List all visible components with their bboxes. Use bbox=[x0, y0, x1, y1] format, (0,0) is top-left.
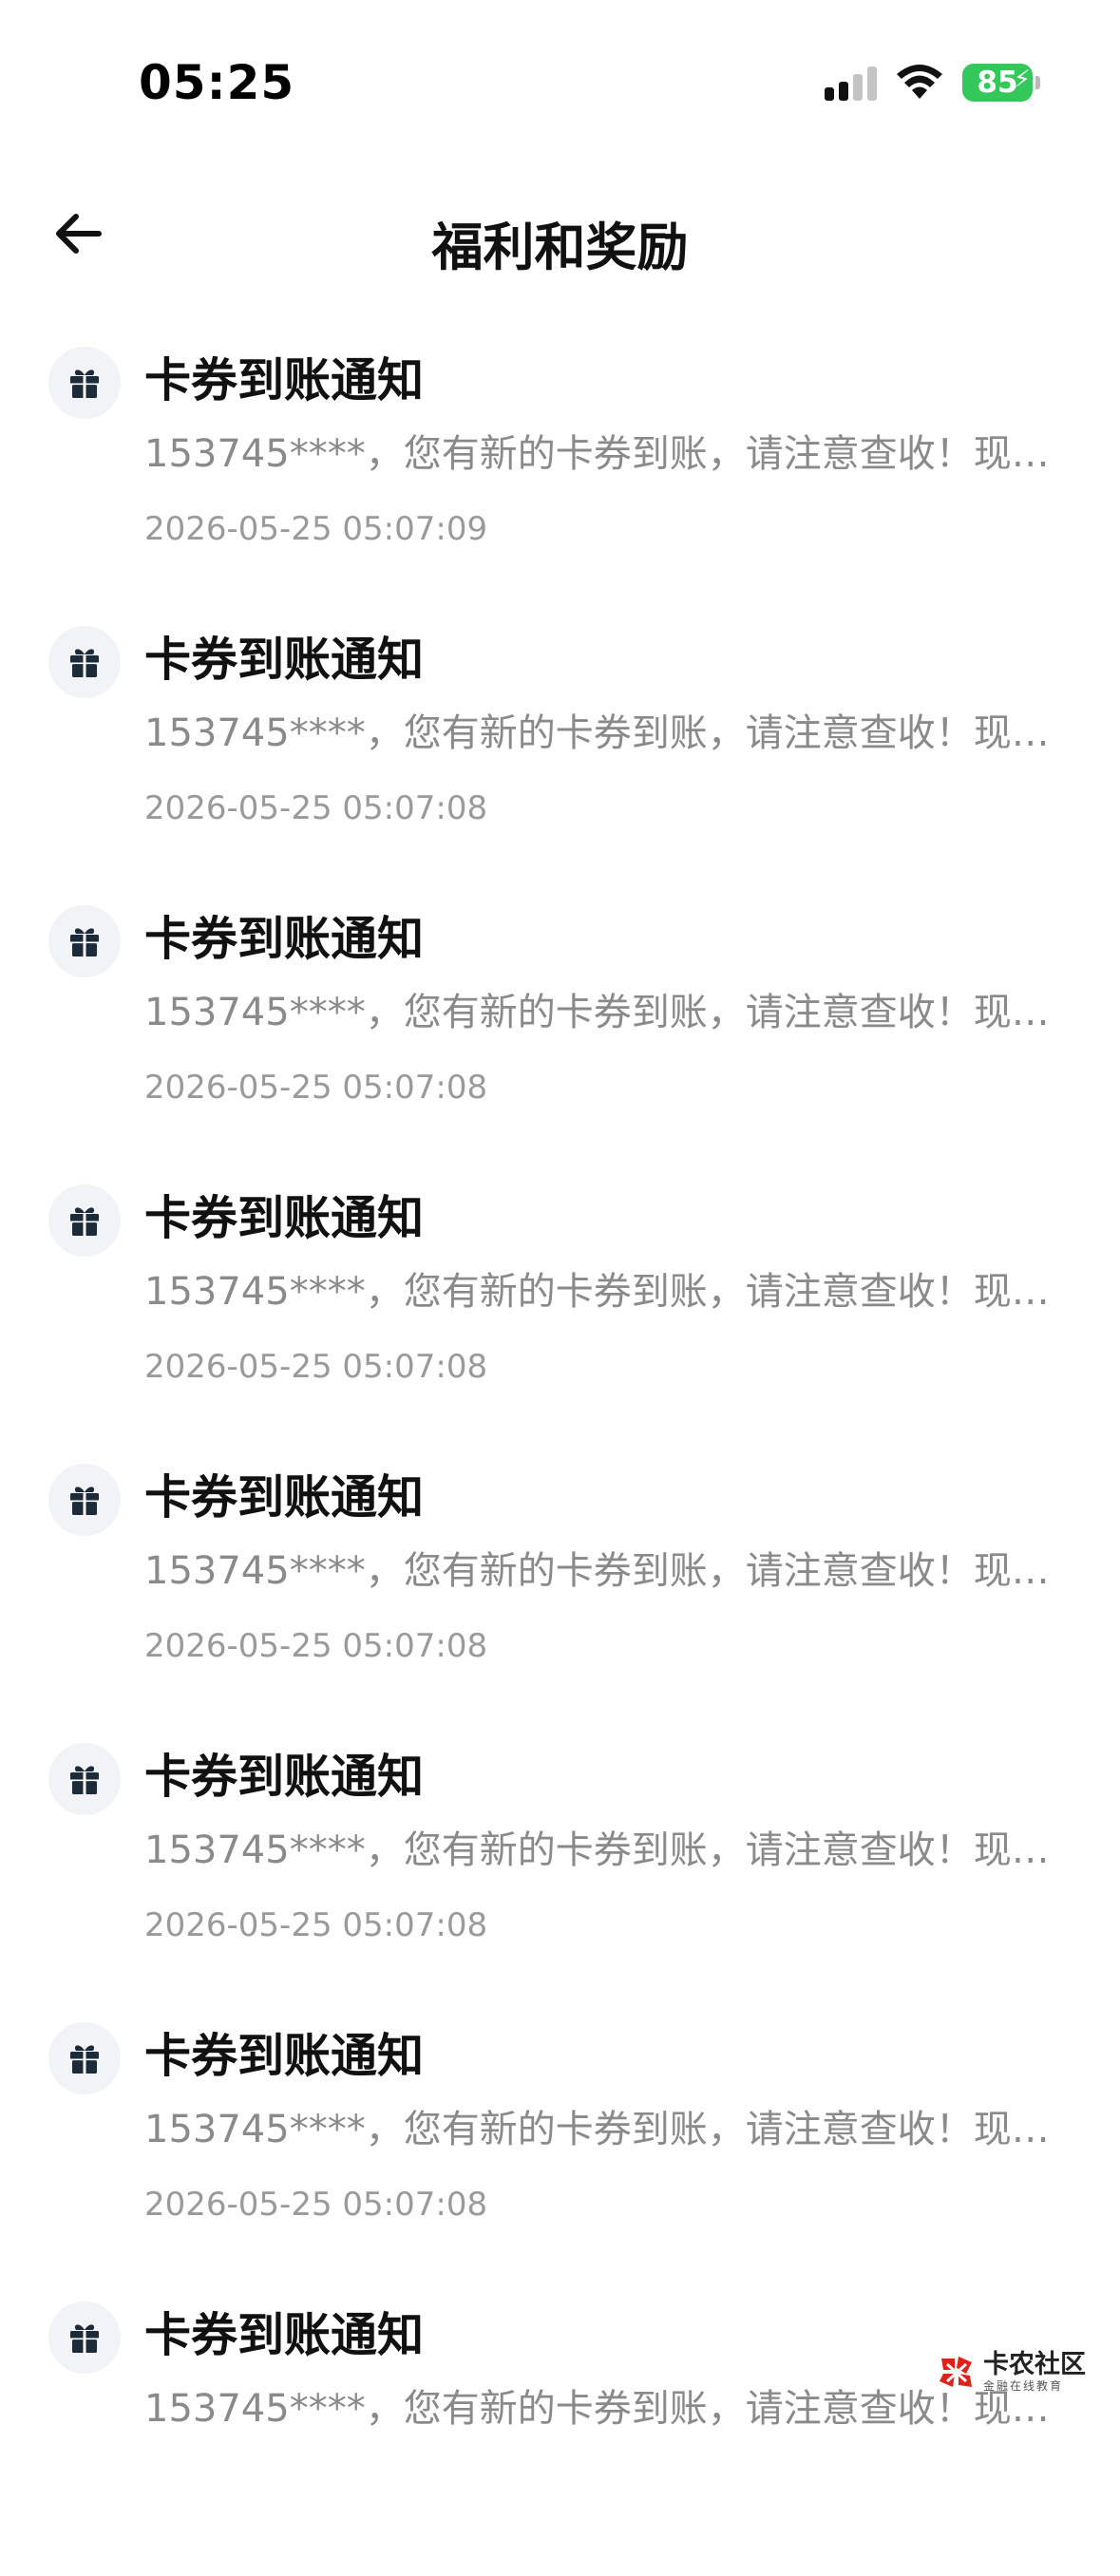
notification-list: 卡券到账通知 153745****，您有新的卡券到账，请注意查收！现金券 202… bbox=[0, 342, 1120, 2576]
notification-title: 卡券到账通知 bbox=[144, 621, 424, 699]
notification-title: 卡券到账通知 bbox=[144, 1738, 424, 1816]
notification-title: 卡券到账通知 bbox=[144, 1459, 424, 1537]
notification-time: 2026-05-25 05:07:09 bbox=[144, 505, 487, 553]
notification-time: 2026-05-25 05:07:08 bbox=[144, 1622, 487, 1670]
notification-item[interactable]: 卡券到账通知 153745****，您有新的卡券到账，请注意查收！现金券 202… bbox=[0, 1180, 1120, 1459]
kanong-logo-icon bbox=[938, 2353, 976, 2391]
notification-icon bbox=[48, 1464, 121, 1536]
watermark-title: 卡农社区 bbox=[983, 2352, 1086, 2377]
notification-body: 153745****，您有新的卡券到账，请注意查收！现金券 bbox=[144, 1543, 1058, 1600]
status-bar: 05:25 85 ⚡ bbox=[0, 0, 1120, 142]
notification-title: 卡券到账通知 bbox=[144, 900, 424, 978]
notification-icon bbox=[48, 347, 121, 419]
notification-title: 卡券到账通知 bbox=[144, 342, 424, 420]
notification-icon bbox=[48, 2301, 121, 2374]
notification-item[interactable]: 卡券到账通知 153745****，您有新的卡券到账，请注意查收！现金券 202… bbox=[0, 1738, 1120, 2017]
notification-body: 153745****，您有新的卡券到账，请注意查收！现金券 bbox=[144, 1822, 1058, 1879]
page-title: 福利和奖励 bbox=[0, 205, 1120, 280]
notification-item[interactable]: 卡券到账通知 153745****，您有新的卡券到账，请注意查收！现金券 202… bbox=[0, 900, 1120, 1180]
gift-icon bbox=[68, 1763, 101, 1795]
battery-level: 85 bbox=[977, 66, 1017, 100]
notification-icon bbox=[48, 2022, 121, 2094]
notification-time: 2026-05-25 05:07:08 bbox=[144, 1343, 487, 1391]
notification-body: 153745****，您有新的卡券到账，请注意查收！现金券 bbox=[144, 1263, 1058, 1320]
notification-body: 153745****，您有新的卡券到账，请注意查收！现金券 bbox=[144, 2380, 1058, 2437]
battery-indicator: 85 ⚡ bbox=[962, 64, 1033, 102]
notification-time: 2026-05-25 05:07:08 bbox=[144, 1902, 487, 1949]
wifi-icon bbox=[896, 65, 943, 101]
notification-body: 153745****，您有新的卡券到账，请注意查收！现金券 bbox=[144, 984, 1058, 1041]
notification-icon bbox=[48, 1743, 121, 1815]
gift-icon bbox=[68, 1204, 101, 1237]
notification-icon bbox=[48, 626, 121, 698]
gift-icon bbox=[68, 2042, 101, 2074]
nav-header: 福利和奖励 bbox=[0, 180, 1120, 285]
gift-icon bbox=[68, 367, 101, 399]
notification-icon bbox=[48, 1184, 121, 1257]
notification-title: 卡券到账通知 bbox=[144, 1180, 424, 1258]
notification-time: 2026-05-25 05:07:08 bbox=[144, 2181, 487, 2228]
gift-icon bbox=[68, 646, 101, 678]
notification-title: 卡券到账通知 bbox=[144, 2297, 424, 2375]
watermark: 卡农社区 金融在线教育 bbox=[938, 2352, 1086, 2392]
notification-item[interactable]: 卡券到账通知 153745****，您有新的卡券到账，请注意查收！现金券 202… bbox=[0, 342, 1120, 621]
notification-time: 2026-05-25 05:07:08 bbox=[144, 785, 487, 832]
notification-body: 153745****，您有新的卡券到账，请注意查收！现金券 bbox=[144, 426, 1058, 483]
notification-item[interactable]: 卡券到账通知 153745****，您有新的卡券到账，请注意查收！现金券 202… bbox=[0, 2017, 1120, 2297]
charging-bolt-icon: ⚡ bbox=[1014, 66, 1031, 94]
watermark-subtitle: 金融在线教育 bbox=[983, 2380, 1086, 2392]
gift-icon bbox=[68, 925, 101, 957]
status-time: 05:25 bbox=[139, 55, 294, 110]
gift-icon bbox=[68, 2321, 101, 2354]
cellular-signal-icon bbox=[825, 65, 877, 101]
notification-body: 153745****，您有新的卡券到账，请注意查收！现金券 bbox=[144, 2101, 1058, 2158]
gift-icon bbox=[68, 1484, 101, 1516]
notification-body: 153745****，您有新的卡券到账，请注意查收！现金券 bbox=[144, 705, 1058, 762]
notification-title: 卡券到账通知 bbox=[144, 2017, 424, 2095]
notification-time: 2026-05-25 05:07:08 bbox=[144, 1064, 487, 1111]
notification-icon bbox=[48, 905, 121, 977]
notification-item[interactable]: 卡券到账通知 153745****，您有新的卡券到账，请注意查收！现金券 202… bbox=[0, 621, 1120, 900]
notification-item[interactable]: 卡券到账通知 153745****，您有新的卡券到账，请注意查收！现金券 202… bbox=[0, 1459, 1120, 1738]
notification-item[interactable]: 卡券到账通知 153745****，您有新的卡券到账，请注意查收！现金券 bbox=[0, 2297, 1120, 2576]
status-icons: 85 ⚡ bbox=[825, 63, 1033, 103]
